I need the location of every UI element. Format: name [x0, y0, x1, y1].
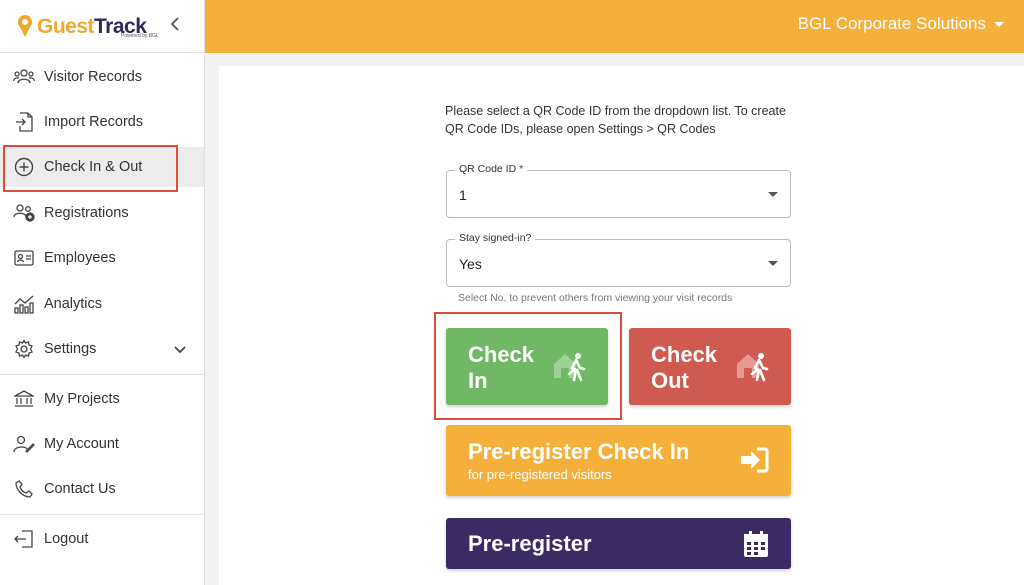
instruction-text: Please select a QR Code ID from the drop…	[445, 104, 786, 136]
preregister-button[interactable]: Pre-register	[446, 518, 791, 569]
import-icon	[13, 111, 35, 133]
preregister-label: Pre-register	[468, 531, 592, 556]
users-icon	[13, 66, 35, 88]
collapse-sidebar-button[interactable]	[170, 15, 182, 35]
helper-text: Select No, to prevent others from viewin…	[458, 292, 733, 304]
top-bar: BGL Corporate Solutions	[205, 0, 1024, 53]
sidebar-item-label: Employees	[44, 250, 116, 266]
sidebar-item-analytics[interactable]: Analytics	[0, 284, 204, 324]
sidebar-item-settings[interactable]: Settings	[0, 329, 204, 369]
sidebar-item-label: Contact Us	[44, 481, 116, 497]
highlight-box	[3, 145, 178, 192]
bank-icon	[13, 388, 35, 410]
qr-code-id-label: QR Code ID *	[455, 163, 528, 175]
sidebar-item-label: Analytics	[44, 296, 103, 312]
dropdown-arrow-icon	[768, 261, 778, 266]
preregister-check-in-sublabel: for pre-registered visitors	[468, 467, 612, 482]
sidebar-item-label: My Account	[44, 436, 119, 452]
sidebar-item-label: Logout	[44, 531, 89, 547]
sidebar-item-contact-us[interactable]: Contact Us	[0, 469, 204, 509]
chevron-left-icon	[170, 17, 179, 31]
id-card-icon	[13, 247, 35, 269]
organization-name: BGL Corporate Solutions	[797, 14, 986, 33]
sidebar-item-my-account[interactable]: My Account	[0, 424, 204, 464]
powered-by: Powered by BGL	[121, 33, 159, 39]
preregister-check-in-button[interactable]: Pre-register Check In for pre-registered…	[446, 425, 791, 496]
check-out-button[interactable]: Check Out	[629, 328, 791, 405]
logout-icon	[13, 528, 35, 550]
logo-pin-icon	[16, 14, 34, 38]
organization-dropdown[interactable]: BGL Corporate Solutions	[798, 14, 1004, 34]
preregister-check-in-label: Pre-register Check In	[468, 439, 690, 464]
sidebar-item-label: Visitor Records	[44, 69, 143, 85]
phone-icon	[13, 478, 35, 500]
caret-down-icon	[994, 21, 1004, 27]
sign-in-icon	[739, 447, 769, 478]
sidebar: GuestTrack Powered by BGL Visitor Record…	[0, 0, 205, 585]
sidebar-item-employees[interactable]: Employees	[0, 238, 204, 278]
sidebar-item-label: Registrations	[44, 205, 129, 221]
calendar-icon	[743, 530, 769, 563]
sidebar-item-logout[interactable]: Logout	[0, 519, 204, 559]
stay-signed-in-value: Yes	[459, 256, 482, 272]
qr-code-id-select[interactable]: QR Code ID * 1	[446, 163, 791, 218]
sidebar-item-label: Import Records	[44, 114, 144, 130]
house-walk-out-icon	[735, 350, 771, 389]
chevron-down-icon	[174, 341, 186, 359]
analytics-icon	[13, 293, 35, 315]
dropdown-arrow-icon	[768, 192, 778, 197]
gear-icon	[13, 338, 35, 360]
sidebar-item-import-records[interactable]: Import Records	[0, 102, 204, 142]
qr-code-id-value: 1	[459, 187, 467, 203]
check-out-label: Check Out	[651, 342, 718, 393]
sidebar-item-registrations[interactable]: Registrations	[0, 193, 204, 233]
sidebar-divider	[0, 514, 204, 515]
stay-signed-in-select[interactable]: Stay signed-in? Yes	[446, 232, 791, 287]
sidebar-item-my-projects[interactable]: My Projects	[0, 379, 204, 419]
user-add-icon	[13, 202, 35, 224]
sidebar-divider	[0, 374, 204, 375]
brand: GuestTrack Powered by BGL	[0, 0, 204, 53]
sidebar-item-visitor-records[interactable]: Visitor Records	[0, 57, 204, 97]
highlight-box	[434, 312, 622, 420]
sidebar-item-label: Settings	[44, 341, 97, 357]
stay-signed-in-label: Stay signed-in?	[455, 232, 536, 244]
sidebar-item-label: My Projects	[44, 391, 120, 407]
user-edit-icon	[13, 433, 35, 455]
